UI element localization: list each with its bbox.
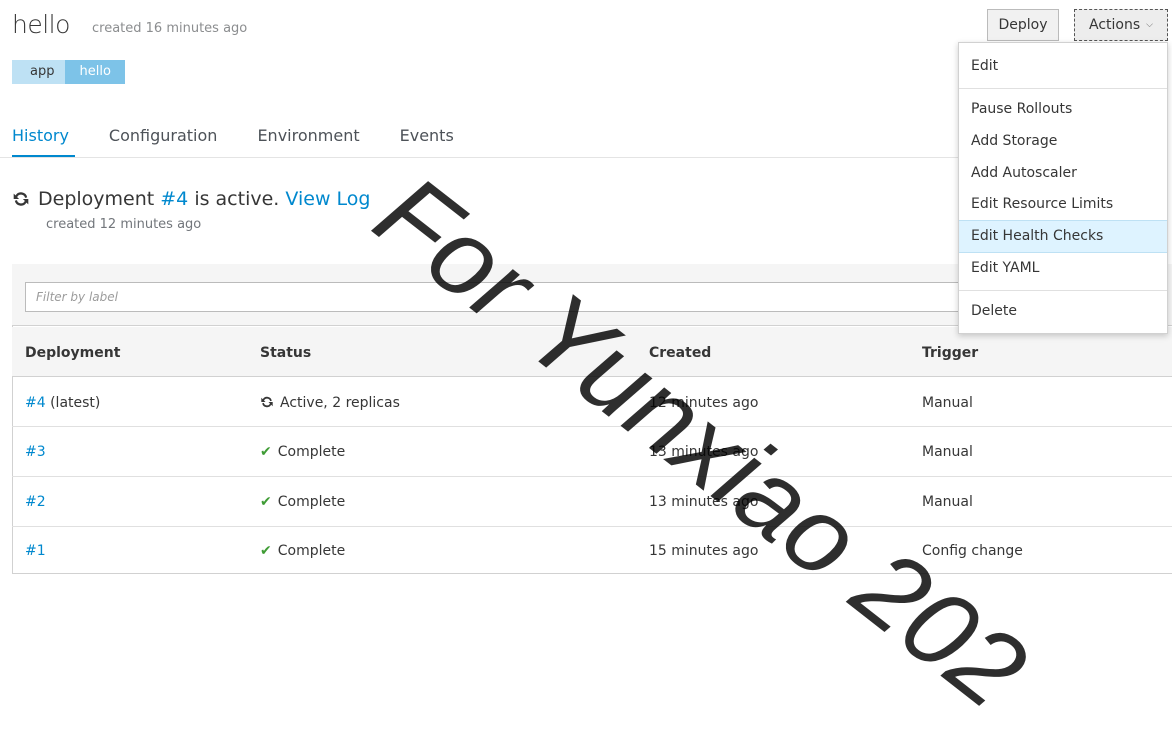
menu-divider — [959, 88, 1167, 89]
label-value: hello — [65, 60, 125, 84]
deployment-cell: #4 (latest) — [25, 395, 100, 411]
trigger-cell: Manual — [922, 444, 973, 460]
deployment-cell: #2 — [25, 494, 46, 510]
filter-input[interactable]: Filter by label — [25, 282, 975, 312]
tab-history[interactable]: History — [12, 126, 69, 153]
table-header — [12, 327, 1172, 377]
deployment-prefix: Deployment — [38, 188, 161, 210]
deployment-created: created 12 minutes ago — [46, 217, 202, 232]
menu-item-add-autoscaler[interactable]: Add Autoscaler — [971, 165, 1077, 181]
status-cell: ✔ Complete — [260, 494, 345, 510]
label-key: app — [12, 60, 66, 84]
menu-item-edit-yaml[interactable]: Edit YAML — [971, 260, 1039, 276]
deployment-link[interactable]: #3 — [25, 444, 46, 460]
column-header-trigger[interactable]: Trigger — [922, 345, 978, 361]
created-cell: 13 minutes ago — [649, 444, 759, 460]
table-row — [12, 377, 1172, 427]
menu-item-edit-health-checks[interactable]: Edit Health Checks — [971, 228, 1103, 244]
menu-item-delete[interactable]: Delete — [971, 303, 1017, 319]
actions-button[interactable]: Actions ⌵ — [1074, 9, 1168, 41]
menu-item-edit[interactable]: Edit — [971, 58, 998, 74]
check-icon: ✔ — [260, 543, 272, 559]
tabs-divider — [0, 157, 960, 158]
deployment-cell: #1 — [25, 543, 46, 559]
check-icon: ✔ — [260, 444, 272, 460]
sync-icon — [13, 192, 29, 206]
menu-divider — [959, 290, 1167, 291]
deployment-latest-tag: (latest) — [45, 395, 101, 411]
page-subtitle: created 16 minutes ago — [92, 21, 248, 36]
status-cell: ✔ Complete — [260, 543, 345, 559]
table-row — [12, 427, 1172, 477]
menu-item-pause-rollouts[interactable]: Pause Rollouts — [971, 101, 1072, 117]
status-cell: ✔ Complete — [260, 444, 345, 460]
chevron-down-icon: ⌵ — [1146, 20, 1153, 30]
created-cell: 12 minutes ago — [649, 395, 759, 411]
trigger-cell: Config change — [922, 543, 1023, 559]
menu-item-add-storage[interactable]: Add Storage — [971, 133, 1057, 149]
status-text: Complete — [277, 444, 346, 460]
column-header-created[interactable]: Created — [649, 345, 711, 361]
sync-icon — [261, 396, 273, 408]
deployment-status-heading: Deployment #4 is active. View Log — [12, 188, 370, 210]
column-header-status[interactable]: Status — [260, 345, 311, 361]
deployment-link[interactable]: #1 — [25, 543, 46, 559]
trigger-cell: Manual — [922, 395, 973, 411]
created-cell: 13 minutes ago — [649, 494, 759, 510]
deployment-cell: #3 — [25, 444, 46, 460]
created-cell: 15 minutes ago — [649, 543, 759, 559]
tab-configuration[interactable]: Configuration — [109, 126, 218, 153]
view-log-link[interactable]: View Log — [285, 188, 370, 210]
trigger-cell: Manual — [922, 494, 973, 510]
menu-item-edit-resource-limits[interactable]: Edit Resource Limits — [971, 196, 1113, 212]
actions-button-label: Actions — [1089, 17, 1141, 33]
deploy-button[interactable]: Deploy — [987, 9, 1059, 41]
deployment-link[interactable]: #2 — [25, 494, 46, 510]
column-header-deployment[interactable]: Deployment — [25, 345, 120, 361]
deployment-number-link[interactable]: #4 — [160, 188, 188, 210]
tab-events[interactable]: Events — [400, 126, 454, 153]
status-cell: Active, 2 replicas — [260, 395, 400, 411]
table-row — [12, 477, 1172, 527]
label-badge[interactable]: app hello — [12, 60, 125, 84]
check-icon: ✔ — [260, 494, 272, 510]
page-title: hello — [12, 10, 70, 39]
deployment-suffix: is active. — [188, 188, 280, 210]
tab-bar: History Configuration Environment Events — [12, 126, 494, 153]
status-text: Active, 2 replicas — [280, 395, 400, 411]
deployment-link[interactable]: #4 — [25, 395, 46, 411]
status-text: Complete — [277, 494, 346, 510]
tab-environment[interactable]: Environment — [257, 126, 359, 153]
status-text: Complete — [277, 543, 346, 559]
